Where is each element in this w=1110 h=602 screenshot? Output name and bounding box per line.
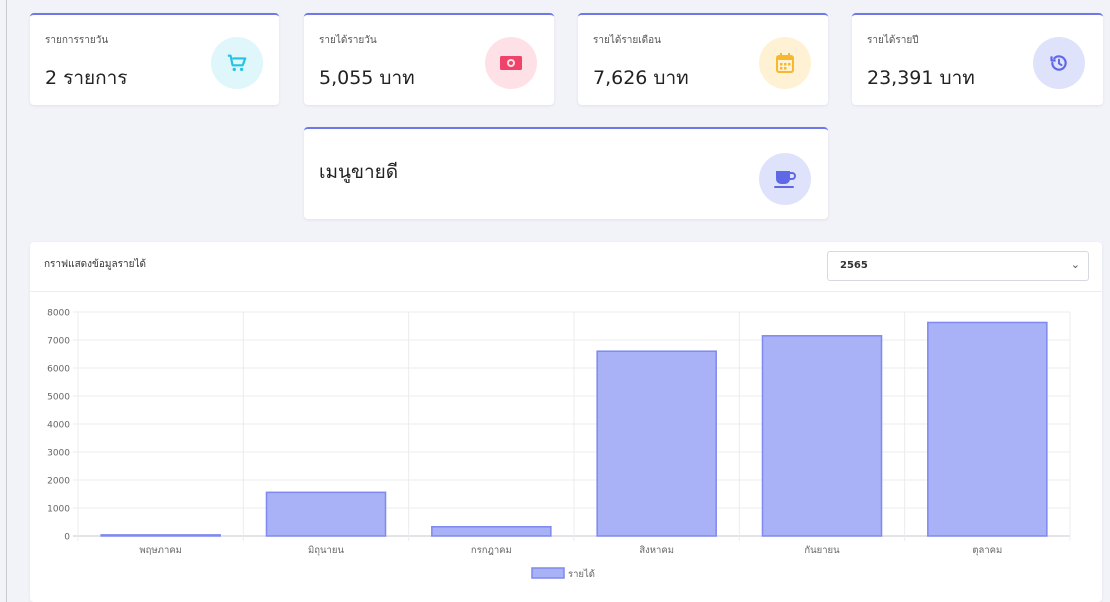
stat-card-daily-orders: รายการรายวัน 2 รายการ: [30, 13, 279, 105]
best-seller-title: เมนูขายดี: [319, 161, 399, 183]
x-tick-label: กันยายน: [804, 545, 840, 556]
legend-swatch: [531, 567, 565, 579]
stat-value: 5,055 บาท: [319, 67, 415, 89]
stat-label: รายได้รายเดือน: [593, 35, 661, 46]
bar: [596, 350, 717, 537]
bar: [100, 534, 221, 537]
bar: [265, 491, 387, 537]
x-tick-label: สิงหาคม: [639, 545, 674, 556]
x-tick-label: มิถุนายน: [308, 545, 344, 556]
chart-header: กราฟแสดงข้อมูลรายได้ 2565 ⌄: [30, 242, 1102, 292]
year-select[interactable]: 2565 ⌄: [827, 251, 1089, 281]
stat-value: 23,391 บาท: [867, 67, 975, 89]
calendar-icon: [759, 37, 811, 89]
chevron-down-icon: ⌄: [1070, 258, 1080, 271]
stat-label: รายได้รายวัน: [319, 35, 377, 46]
stat-card-daily-revenue: รายได้รายวัน 5,055 บาท: [304, 13, 554, 105]
x-tick-label: กรกฎาคม: [471, 545, 512, 556]
y-tick-label: 7000: [47, 337, 70, 347]
best-seller-card[interactable]: เมนูขายดี: [304, 127, 828, 219]
stat-value: 2 รายการ: [45, 67, 128, 89]
legend-label: รายได้: [568, 568, 595, 580]
stat-card-yearly-revenue: รายได้รายปี 23,391 บาท: [852, 13, 1103, 105]
y-tick-label: 4000: [47, 421, 70, 431]
stat-card-monthly-revenue: รายได้รายเดือน 7,626 บาท: [578, 13, 828, 105]
bar: [761, 335, 883, 537]
year-select-value: 2565: [840, 260, 868, 271]
history-icon: [1033, 37, 1085, 89]
cart-icon: [211, 37, 263, 89]
chart-title: กราฟแสดงข้อมูลรายได้: [44, 259, 146, 270]
y-tick-label: 1000: [47, 505, 70, 515]
stat-value: 7,626 บาท: [593, 67, 689, 89]
bar: [927, 321, 1048, 537]
x-tick-label: พฤษภาคม: [139, 545, 182, 556]
y-tick-label: 0: [64, 533, 70, 543]
y-tick-label: 5000: [47, 393, 70, 403]
y-tick-label: 8000: [47, 309, 70, 319]
stat-label: รายได้รายปี: [867, 35, 919, 46]
revenue-bar-chart: 0 1000 2000 3000 4000 5000 6000 7000 8000 พฤษภาคม…: [47, 309, 1071, 580]
revenue-chart-panel: กราฟแสดงข้อมูลรายได้ 2565 ⌄ 0 1000 2000 300…: [30, 242, 1102, 602]
bar: [431, 526, 552, 537]
y-tick-label: 2000: [47, 477, 70, 487]
money-icon: [485, 37, 537, 89]
stat-label: รายการรายวัน: [45, 35, 109, 46]
y-tick-label: 6000: [47, 365, 70, 375]
x-tick-label: ตุลาคม: [972, 545, 1002, 556]
coffee-cup-icon: [759, 153, 811, 205]
y-tick-label: 3000: [47, 449, 70, 459]
window-left-border: [6, 0, 7, 602]
